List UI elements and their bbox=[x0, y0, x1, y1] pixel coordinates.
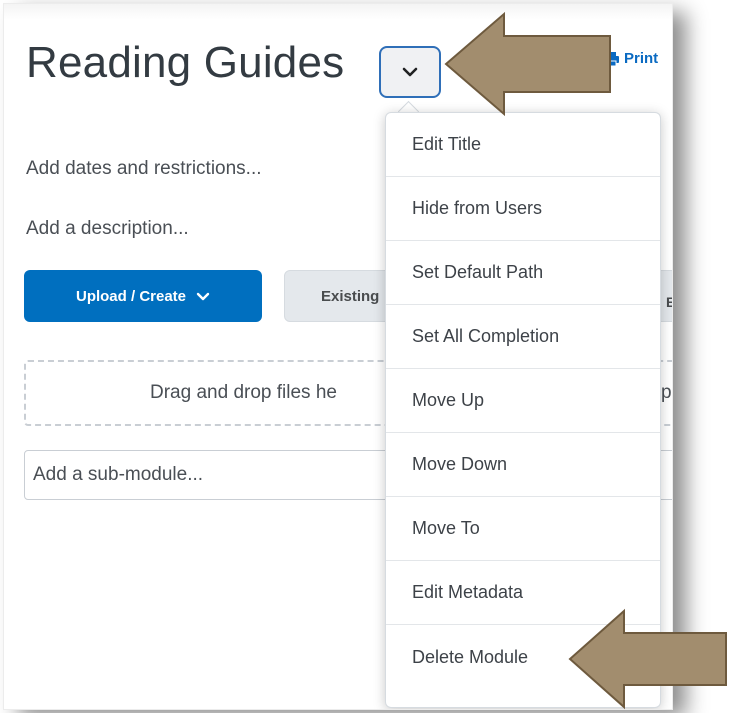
menu-item-move-to[interactable]: Move To bbox=[386, 497, 660, 561]
existing-button-trailing-text: E bbox=[666, 294, 672, 310]
page-title: Reading Guides bbox=[26, 38, 345, 87]
chevron-down-icon bbox=[196, 292, 210, 300]
annotation-arrow-icon bbox=[568, 608, 727, 710]
title-menu-toggle-button[interactable] bbox=[379, 46, 441, 98]
menu-item-move-up[interactable]: Move Up bbox=[386, 369, 660, 433]
menu-item-move-down[interactable]: Move Down bbox=[386, 433, 660, 497]
menu-item-set-all-completion[interactable]: Set All Completion bbox=[386, 305, 660, 369]
menu-item-set-default-path[interactable]: Set Default Path bbox=[386, 241, 660, 305]
upload-create-button[interactable]: Upload / Create bbox=[24, 270, 262, 322]
dropzone-trailing-text: p bbox=[661, 382, 672, 403]
chevron-down-icon bbox=[402, 67, 418, 77]
annotation-arrow-icon bbox=[444, 11, 611, 117]
add-dates-link[interactable]: Add dates and restrictions... bbox=[26, 158, 262, 180]
add-description-link[interactable]: Add a description... bbox=[26, 218, 189, 240]
menu-item-hide-from-users[interactable]: Hide from Users bbox=[386, 177, 660, 241]
dropzone-text: Drag and drop files he bbox=[150, 382, 337, 403]
upload-create-label: Upload / Create bbox=[75, 287, 187, 305]
menu-item-edit-title[interactable]: Edit Title bbox=[386, 113, 660, 177]
print-label: Print bbox=[624, 50, 659, 67]
